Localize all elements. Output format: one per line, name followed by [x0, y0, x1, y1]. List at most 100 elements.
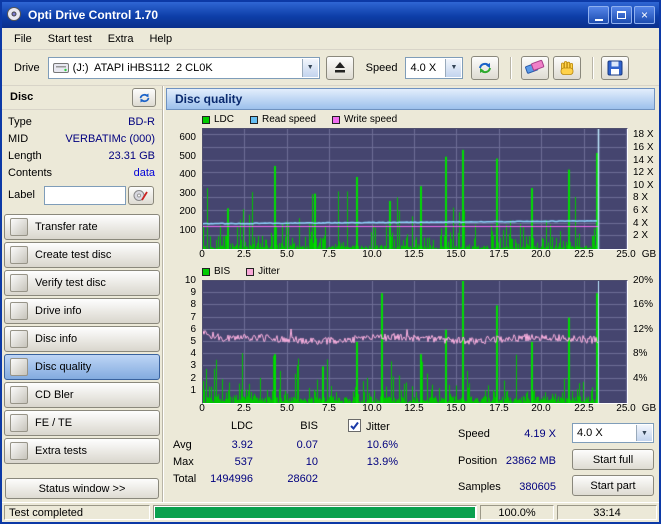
- toolbar-separator: [510, 56, 513, 79]
- length-value: 23.31 GB: [108, 150, 155, 162]
- menu-file[interactable]: File: [6, 30, 40, 48]
- menu-bar: File Start test Extra Help: [2, 28, 659, 50]
- disc-header-label: Disc: [10, 91, 34, 103]
- legend-item: Read speed: [250, 114, 316, 125]
- legend-label: Read speed: [262, 114, 316, 125]
- write-label-button[interactable]: [128, 186, 154, 205]
- bis-chart-canvas: [202, 280, 628, 404]
- refresh-button[interactable]: [471, 55, 500, 80]
- jitter-checkbox[interactable]: [348, 419, 361, 432]
- speed-select[interactable]: 4.0 X ▼: [405, 56, 464, 79]
- sidebar-item-create-test-disc[interactable]: Create test disc: [4, 242, 160, 268]
- maximize-button[interactable]: [611, 6, 632, 24]
- axis-tick-label: 20%: [633, 275, 654, 286]
- cd-bler-icon: [10, 386, 28, 404]
- sidebar-item-label: FE / TE: [35, 417, 73, 429]
- eject-button[interactable]: [325, 55, 354, 80]
- chevron-down-icon[interactable]: ▼: [301, 58, 318, 77]
- test-speed-select[interactable]: 4.0 X ▼: [572, 423, 654, 443]
- refresh-icon: [479, 62, 492, 73]
- legend-swatch: [246, 267, 255, 276]
- buy-button[interactable]: [553, 55, 581, 80]
- axis-tick-label: 20.0: [531, 403, 551, 414]
- erase-disc-button[interactable]: [521, 55, 549, 80]
- app-window: Opti Drive Control 1.70 × File Start tes…: [0, 0, 661, 524]
- progress-bar: [153, 505, 477, 520]
- start-full-button[interactable]: Start full: [572, 449, 654, 470]
- sidebar-item-disc-info[interactable]: Disc info: [4, 326, 160, 352]
- menu-start-test[interactable]: Start test: [40, 30, 100, 48]
- contents-label: Contents: [8, 167, 53, 179]
- axis-tick-label: 12.5: [404, 403, 424, 414]
- sidebar-item-label: Transfer rate: [35, 221, 98, 233]
- drive-label: Drive: [14, 61, 40, 74]
- axis-tick-label: 2.5: [237, 403, 251, 414]
- disc-quality-icon: [10, 358, 28, 376]
- verify-test-disc-icon: [10, 274, 28, 292]
- sidebar-item-cd-bler[interactable]: CD Bler: [4, 382, 160, 408]
- chevron-down-icon[interactable]: ▼: [636, 425, 652, 441]
- axis-tick-label: 300: [179, 188, 196, 199]
- axis-tick-label: 7: [190, 312, 196, 323]
- sidebar-item-fe-te[interactable]: FE / TE: [4, 410, 160, 436]
- save-results-button[interactable]: [601, 55, 629, 80]
- ldc-chart-legend: LDC Read speed Write speed: [202, 114, 397, 125]
- drive-info-icon: [10, 302, 28, 320]
- disc-panel-header: Disc: [2, 86, 162, 110]
- minimize-icon: [594, 18, 603, 21]
- page-title: Disc quality: [166, 88, 655, 110]
- test-speed-value: 4.0 X: [577, 427, 603, 439]
- drive-select[interactable]: (J:) ATAPI iHBS112 2 CL0K ▼: [47, 56, 320, 79]
- ldc-left-axis: 100 200 300 400 500 600: [164, 128, 199, 248]
- start-part-button[interactable]: Start part: [572, 475, 654, 496]
- axis-tick-label: 12%: [633, 324, 654, 335]
- sidebar-item-disc-quality[interactable]: Disc quality: [4, 354, 160, 380]
- speed-right-axis: 2 X4 X 6 X 8 X 10 X 12 X 14 X 16 X 18 X: [630, 128, 659, 248]
- minimize-button[interactable]: [588, 6, 609, 24]
- ldc-chart-canvas: [202, 128, 628, 250]
- max-bis: 10: [305, 456, 318, 468]
- axis-tick-label: 3: [190, 360, 196, 371]
- check-icon: [350, 421, 359, 431]
- legend-swatch: [202, 115, 210, 124]
- axis-tick-label: 4 X: [633, 218, 649, 229]
- axis-tick-label: 16 X: [633, 142, 654, 153]
- sidebar-item-label: Extra tests: [35, 445, 87, 457]
- avg-ldc: 3.92: [231, 439, 253, 451]
- disc-info-row: Length 23.31 GB: [8, 150, 155, 164]
- sidebar-item-drive-info[interactable]: Drive info: [4, 298, 160, 324]
- sidebar-item-label: Disc info: [35, 333, 78, 345]
- menu-extra[interactable]: Extra: [100, 30, 142, 48]
- disc-info-icon: [10, 330, 28, 348]
- sidebar-item-extra-tests[interactable]: Extra tests: [4, 438, 160, 464]
- chevron-down-icon[interactable]: ▼: [445, 58, 462, 77]
- contents-value[interactable]: data: [134, 167, 155, 179]
- axis-tick-label: 14 X: [633, 155, 654, 166]
- hand-icon: [560, 60, 574, 75]
- label-label: Label: [8, 189, 35, 201]
- sidebar-item-label: Create test disc: [35, 249, 112, 261]
- label-input[interactable]: [44, 186, 126, 205]
- axis-tick-label: 8 X: [633, 192, 649, 203]
- total-bis: 28602: [287, 473, 318, 485]
- bis-left-axis: 1 2 3 4 5 6 7 8 9 10: [164, 276, 199, 402]
- close-button[interactable]: ×: [634, 6, 655, 24]
- eject-icon: [334, 62, 345, 73]
- jitter-right-axis: 4% 8% 12% 16% 20%: [630, 276, 659, 402]
- axis-tick-label: 600: [179, 132, 196, 143]
- axis-tick-label: 7.5: [322, 403, 336, 414]
- menu-help[interactable]: Help: [141, 30, 180, 48]
- avg-jitter: 10.6%: [366, 439, 398, 451]
- maximize-icon: [617, 11, 626, 19]
- axis-tick-label: 2.5: [237, 249, 251, 260]
- axis-tick-label: 5.0: [280, 249, 294, 260]
- refresh-disc-button[interactable]: [132, 88, 156, 107]
- status-window-button[interactable]: Status window >>: [5, 478, 159, 499]
- disc-info-row: Contents data: [8, 167, 155, 181]
- sidebar-item-label: Verify test disc: [35, 277, 106, 289]
- axis-tick-label: 6 X: [633, 205, 649, 216]
- sidebar-item-verify-test-disc[interactable]: Verify test disc: [4, 270, 160, 296]
- axis-tick-label: 15.0: [446, 403, 466, 414]
- sidebar: Disc Type BD-R MID VERBATIMc (000) Lengt…: [2, 86, 162, 502]
- sidebar-item-transfer-rate[interactable]: Transfer rate: [4, 214, 160, 240]
